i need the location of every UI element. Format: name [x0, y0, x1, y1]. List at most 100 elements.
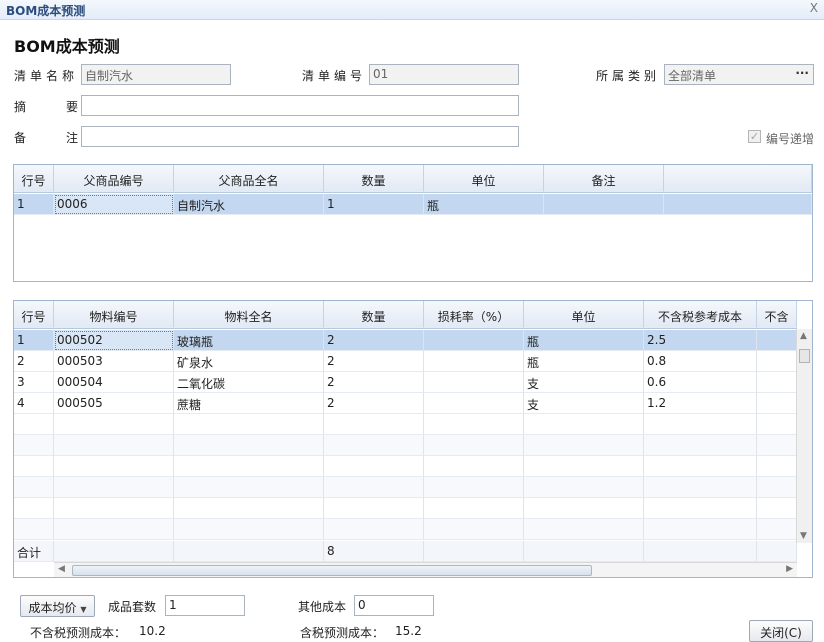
scroll-left-icon[interactable]: ◀: [58, 564, 65, 574]
chevron-down-icon: ▼: [80, 605, 87, 614]
cell-loss[interactable]: [424, 393, 524, 414]
cell-code[interactable]: 000503: [54, 351, 174, 372]
cell-qty[interactable]: 1: [324, 194, 424, 215]
cell-more[interactable]: [757, 351, 797, 372]
product-sets-input[interactable]: 1: [165, 595, 245, 616]
column-header[interactable]: 单位: [424, 165, 544, 192]
cell-cost[interactable]: 2.5: [644, 330, 757, 351]
cell-unit[interactable]: 瓶: [524, 330, 644, 351]
cell-name[interactable]: 矿泉水: [174, 351, 324, 372]
cell-cost[interactable]: 0.8: [644, 351, 757, 372]
cell-qty[interactable]: 2: [324, 372, 424, 393]
table-row[interactable]: 2 000503 矿泉水 2 瓶 0.8: [14, 351, 797, 372]
cell-name[interactable]: 蔗糖: [174, 393, 324, 414]
other-cost-label: 其他成本: [298, 600, 347, 614]
cell-cost[interactable]: 0.6: [644, 372, 757, 393]
column-header[interactable]: 父商品全名: [174, 165, 324, 192]
cell-loss[interactable]: [424, 372, 524, 393]
list-name-label: 清单名称: [14, 69, 79, 83]
column-header[interactable]: 不含税参考成本: [644, 301, 757, 328]
column-header[interactable]: 单位: [524, 301, 644, 328]
total-qty: 8: [324, 541, 424, 562]
parent-grid-header: 行号 父商品编号 父商品全名 数量 单位 备注: [14, 165, 812, 193]
window-title: BOM成本预测: [6, 4, 86, 18]
remark-field[interactable]: [81, 126, 519, 147]
total-label: 合计: [14, 541, 54, 562]
cell-name[interactable]: 二氧化碳: [174, 372, 324, 393]
scroll-up-icon[interactable]: ▲: [800, 331, 807, 341]
cell-line[interactable]: 1: [14, 194, 54, 215]
cell-unit[interactable]: 支: [524, 372, 644, 393]
scroll-down-icon[interactable]: ▼: [800, 531, 807, 541]
column-header[interactable]: 不含: [757, 301, 797, 328]
horizontal-scrollbar[interactable]: ◀ ▶: [54, 562, 797, 577]
column-header[interactable]: 行号: [14, 301, 54, 328]
cell-name[interactable]: 自制汽水: [174, 194, 324, 215]
table-row[interactable]: 3 000504 二氧化碳 2 支 0.6: [14, 372, 797, 393]
close-button[interactable]: 关闭(C): [749, 620, 813, 642]
column-header[interactable]: 备注: [544, 165, 664, 192]
cell-more[interactable]: [757, 393, 797, 414]
cell-loss[interactable]: [424, 330, 524, 351]
table-row[interactable]: 1 000502 玻璃瓶 2 瓶 2.5: [14, 330, 797, 351]
cost-method-dropdown[interactable]: 成本均价 ▼: [20, 595, 95, 617]
scroll-right-icon[interactable]: ▶: [786, 564, 793, 574]
list-name-field[interactable]: 自制汽水: [81, 64, 231, 85]
empty-row[interactable]: [14, 519, 797, 540]
column-header[interactable]: 数量: [324, 301, 424, 328]
list-no-label: 清单编号: [302, 69, 367, 83]
summary-field[interactable]: [81, 95, 519, 116]
empty-row[interactable]: [14, 414, 797, 435]
cell-code[interactable]: 000505: [54, 393, 174, 414]
cell-filler: [664, 194, 812, 215]
cell-code[interactable]: 0006: [54, 194, 174, 215]
cell-qty[interactable]: 2: [324, 393, 424, 414]
cell-unit[interactable]: 支: [524, 393, 644, 414]
cell-loss[interactable]: [424, 351, 524, 372]
cell-qty[interactable]: 2: [324, 351, 424, 372]
cell-line[interactable]: 3: [14, 372, 54, 393]
cell-code[interactable]: 000504: [54, 372, 174, 393]
cell-name[interactable]: 玻璃瓶: [174, 330, 324, 351]
empty-row[interactable]: [14, 498, 797, 519]
excl-tax-cost-value: 10.2: [139, 624, 166, 638]
cell-line[interactable]: 1: [14, 330, 54, 351]
parent-product-grid: 行号 父商品编号 父商品全名 数量 单位 备注 1 0006 自制汽水 1 瓶: [13, 164, 813, 282]
cell-cost[interactable]: 1.2: [644, 393, 757, 414]
empty-row[interactable]: [14, 435, 797, 456]
column-header[interactable]: 物料全名: [174, 301, 324, 328]
table-row[interactable]: 1 0006 自制汽水 1 瓶: [14, 194, 812, 215]
window-titlebar: BOM成本预测 X: [0, 0, 824, 20]
incl-tax-cost-label: 含税预测成本：: [300, 626, 385, 640]
column-header[interactable]: 数量: [324, 165, 424, 192]
empty-row[interactable]: [14, 477, 797, 498]
cell-unit[interactable]: 瓶: [524, 351, 644, 372]
category-value: 全部清单: [668, 69, 717, 83]
cell-line[interactable]: 4: [14, 393, 54, 414]
total-row: 合计 8: [14, 541, 797, 562]
cell-note[interactable]: [544, 194, 664, 215]
cell-line[interactable]: 2: [14, 351, 54, 372]
vertical-scroll-thumb[interactable]: [799, 349, 810, 363]
cell-code[interactable]: 000502: [54, 330, 174, 351]
table-row[interactable]: 4 000505 蔗糖 2 支 1.2: [14, 393, 797, 414]
column-header[interactable]: 物料编号: [54, 301, 174, 328]
horizontal-scroll-thumb[interactable]: [72, 565, 592, 576]
column-header[interactable]: 父商品编号: [54, 165, 174, 192]
cell-qty[interactable]: 2: [324, 330, 424, 351]
other-cost-input[interactable]: 0: [354, 595, 434, 616]
ellipsis-icon[interactable]: ···: [795, 66, 809, 80]
vertical-scrollbar[interactable]: ▲ ▼: [796, 329, 812, 543]
cell-more[interactable]: [757, 330, 797, 351]
cell-unit[interactable]: 瓶: [424, 194, 544, 215]
column-header[interactable]: 损耗率（%）: [424, 301, 524, 328]
empty-row[interactable]: [14, 456, 797, 477]
category-label: 所属类别: [596, 69, 661, 83]
category-select[interactable]: 全部清单 ···: [664, 64, 814, 85]
column-header[interactable]: 行号: [14, 165, 54, 192]
auto-increment-checkbox[interactable]: ✓: [748, 130, 761, 143]
list-no-field[interactable]: 01: [369, 64, 519, 85]
cell-more[interactable]: [757, 372, 797, 393]
close-icon[interactable]: X: [810, 1, 818, 15]
cost-method-value: 成本均价: [28, 601, 77, 615]
